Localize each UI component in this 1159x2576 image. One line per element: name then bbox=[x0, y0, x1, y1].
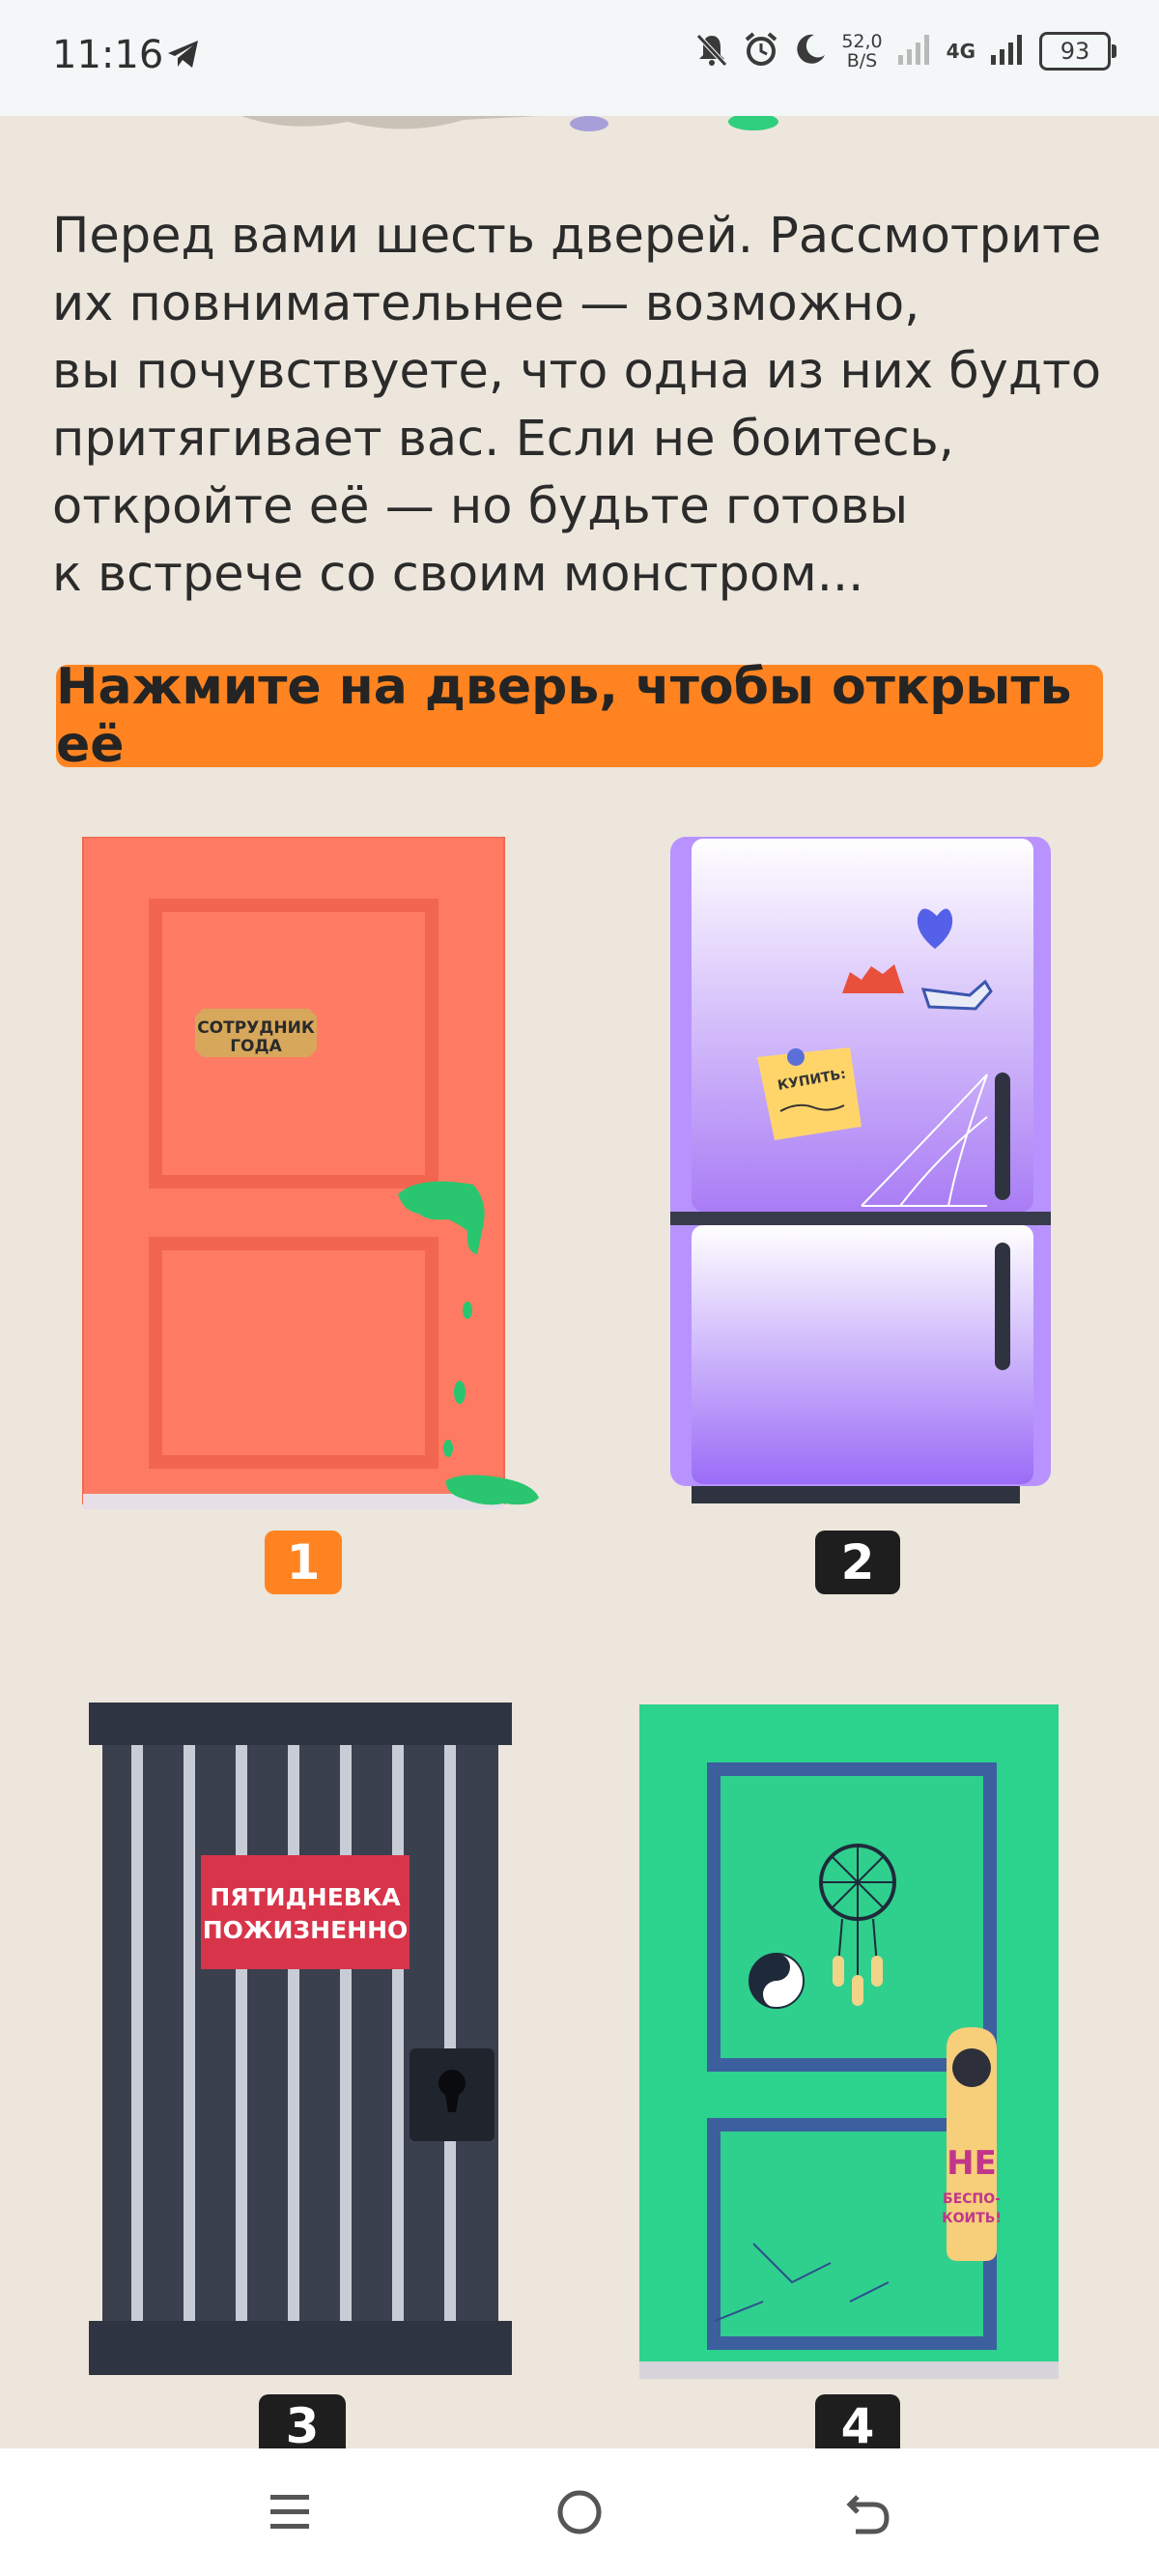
intro-text: Перед вами шесть дверей. Рассмотрите их … bbox=[52, 208, 1102, 603]
telegram-icon bbox=[166, 39, 201, 73]
header-illustration-edge bbox=[241, 116, 778, 131]
battery-indicator: 93 bbox=[1039, 32, 1117, 71]
back-icon[interactable] bbox=[838, 2481, 900, 2543]
door-4[interactable]: НЕ БЕСПО- КОИТЬ! bbox=[637, 1703, 1062, 2389]
door-2[interactable]: КУПИТЬ: bbox=[668, 837, 1055, 1525]
system-nav-bar bbox=[0, 2448, 1159, 2576]
signal-icon-2 bbox=[989, 32, 1026, 71]
signal-icon bbox=[896, 32, 933, 71]
network-type: 4G bbox=[946, 40, 975, 63]
door-1-sign-line2: ГОДА bbox=[230, 1037, 282, 1056]
door-3-sign-line1: ПЯТИДНЕВКА bbox=[210, 1883, 401, 1911]
status-icons: 52,0 B/S 4G 93 bbox=[694, 31, 1117, 72]
menu-icon[interactable] bbox=[259, 2481, 321, 2543]
status-time: 11:16 bbox=[52, 33, 164, 77]
door-4-hanger-line1: НЕ bbox=[947, 2144, 997, 2183]
door-4-hanger-line3: КОИТЬ! bbox=[942, 2211, 1002, 2226]
door-2-badge[interactable]: 2 bbox=[815, 1531, 900, 1594]
door-4-hanger-line2: БЕСПО- bbox=[943, 2191, 1001, 2207]
open-door-button[interactable]: Нажмите на дверь, чтобы открыть её bbox=[56, 658, 1103, 774]
net-speed-value: 52,0 bbox=[841, 31, 883, 52]
mute-icon bbox=[694, 32, 729, 71]
door-3-sign-line2: ПОЖИЗНЕННО bbox=[203, 1916, 409, 1944]
status-bar: 11:16 52,0 B/S 4G 93 bbox=[0, 0, 1159, 116]
door-1[interactable]: СОТРУДНИК ГОДА bbox=[79, 837, 543, 1525]
door-3[interactable]: ПЯТИДНЕВКА ПОЖИЗНЕННО bbox=[89, 1703, 514, 2389]
door-1-badge[interactable]: 1 bbox=[265, 1531, 342, 1594]
home-icon[interactable] bbox=[549, 2481, 610, 2543]
alarm-icon bbox=[743, 31, 779, 72]
moon-icon bbox=[793, 32, 828, 71]
net-speed-unit: B/S bbox=[846, 50, 878, 72]
net-speed: 52,0 B/S bbox=[841, 32, 882, 71]
door-1-sign-line1: СОТРУДНИК bbox=[197, 1018, 315, 1038]
